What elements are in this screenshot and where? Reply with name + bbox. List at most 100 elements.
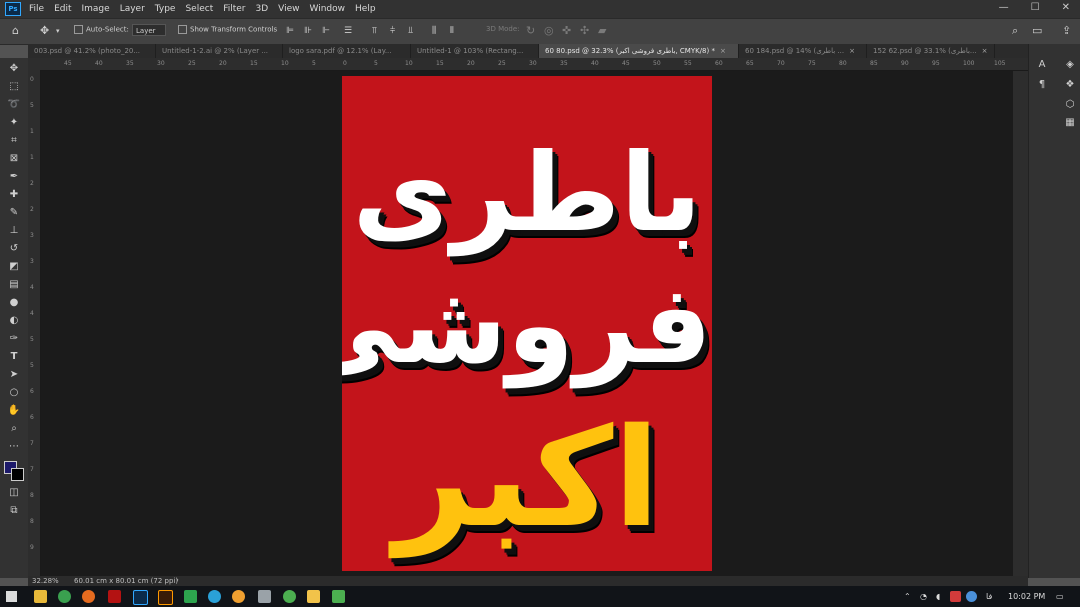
layer-select[interactable]: Layer [132,24,166,36]
app-green-icon[interactable] [184,590,197,603]
auto-select-checkbox[interactable]: Auto-Select: [74,25,129,34]
file-explorer-icon[interactable] [34,590,47,603]
eyedropper-tool-icon[interactable]: ✒ [7,170,21,184]
photoshop-taskbar-icon[interactable] [133,590,148,605]
tray-app-icon[interactable] [950,591,961,602]
menu-select[interactable]: Select [185,4,213,14]
app-yellow-icon[interactable] [307,590,320,603]
distribute-icon[interactable]: ☰ [344,25,352,37]
start-icon[interactable] [6,591,17,602]
menu-type[interactable]: Type [155,4,176,14]
crop-tool-icon[interactable]: ⌗ [7,134,21,148]
vertical-scrollbar[interactable] [1013,71,1028,576]
more-tools-icon[interactable]: ⋯ [7,440,21,454]
home-icon[interactable]: ⌂ [12,25,19,37]
menu-window[interactable]: Window [310,4,346,14]
tab-untitled-1-2[interactable]: Untitled-1-2.ai @ 2% (Layer ... [156,44,283,58]
align-left-icon[interactable]: ⊫ [286,25,294,37]
zoom-tool-icon[interactable]: ⌕ [7,422,21,436]
frame-tool-icon[interactable]: ⊠ [7,152,21,166]
layers-panel-icon[interactable]: ◈ [1063,58,1077,72]
magic-wand-tool-icon[interactable]: ✦ [7,116,21,130]
search-icon[interactable]: ⌕ [1012,25,1018,37]
menu-3d[interactable]: 3D [256,4,269,14]
telegram-icon[interactable] [208,590,221,603]
tab-60-80-active[interactable]: 60 80.psd @ 32.3% (باطری فروشی اکبر, CMY… [539,44,739,58]
tray-app-icon-2[interactable] [966,591,977,602]
document-canvas[interactable]: باطری فروشی اکبر [342,76,712,571]
align-top-icon[interactable]: ⫪ [372,25,377,37]
menu-file[interactable]: File [29,4,44,14]
quick-mask-icon[interactable]: ◫ [7,486,21,500]
blur-tool-icon[interactable]: ● [7,296,21,310]
app-active-icon[interactable] [332,590,345,603]
align-right-icon[interactable]: ⊩ [322,25,330,37]
tab-close-button[interactable]: × [720,47,726,55]
lasso-tool-icon[interactable]: ➰ [7,98,21,112]
status-menu-arrow[interactable]: › [176,576,179,584]
brush-tool-icon[interactable]: ✎ [7,206,21,220]
app-orange-icon[interactable] [232,590,245,603]
app-round-green-icon[interactable] [283,590,296,603]
workspace-icon[interactable]: ▭ [1032,25,1042,37]
3d-slide-icon[interactable]: ✣ [580,25,589,37]
distribute-horizontal-icon[interactable]: ⫴ [450,25,454,37]
menu-edit[interactable]: Edit [54,4,71,14]
maximize-button[interactable]: ☐ [1031,2,1040,13]
acrobat-icon[interactable] [108,590,121,603]
chevron-down-icon[interactable]: ▾ [56,25,60,37]
3d-roll-icon[interactable]: ◎ [544,25,554,37]
share-icon[interactable]: ⇪ [1062,25,1071,37]
shape-tool-icon[interactable]: ○ [7,386,21,400]
menu-help[interactable]: Help [355,4,376,14]
tab-close-button[interactable]: × [849,47,855,55]
marquee-tool-icon[interactable]: ⬚ [7,80,21,94]
language-indicator[interactable]: فا [986,592,992,601]
eraser-tool-icon[interactable]: ◩ [7,260,21,274]
type-tool-icon[interactable]: T [7,350,21,364]
move-tool-icon[interactable]: ✥ [7,62,21,76]
network-icon[interactable]: ⌃ [904,592,911,601]
background-color-swatch[interactable] [11,468,24,481]
zoom-level[interactable]: 32.28% [32,577,59,585]
stamp-tool-icon[interactable]: ⊥ [7,224,21,238]
menu-image[interactable]: Image [82,4,110,14]
adjustments-panel-icon[interactable]: ▦ [1063,116,1077,130]
distribute-vertical-icon[interactable]: ⫼ [432,25,436,37]
3d-orbit-icon[interactable]: ↻ [526,25,535,37]
screen-mode-icon[interactable]: ⧉ [7,504,21,518]
minimize-button[interactable]: — [999,2,1009,13]
paragraph-panel-icon[interactable]: ¶ [1035,78,1049,92]
clock[interactable]: 10:02 PM [1008,592,1045,601]
chrome-icon[interactable] [58,590,71,603]
tab-close-button[interactable]: × [982,47,988,55]
tab-152-62[interactable]: 152 62.psd @ 33.1% (باطری... × [867,44,995,58]
hand-tool-icon[interactable]: ✋ [7,404,21,418]
calculator-icon[interactable] [258,590,271,603]
3d-pan-icon[interactable]: ✜ [562,25,571,37]
volume-icon[interactable]: ◖ [936,592,940,601]
illustrator-taskbar-icon[interactable] [158,590,173,605]
menu-filter[interactable]: Filter [223,4,245,14]
path-selection-tool-icon[interactable]: ➤ [7,368,21,382]
tab-logo-sara[interactable]: logo sara.pdf @ 12.1% (Lay... [283,44,411,58]
paths-panel-icon[interactable]: ⬡ [1063,98,1077,112]
notifications-icon[interactable]: ▭ [1056,592,1064,601]
align-bottom-icon[interactable]: ⫫ [408,25,413,37]
character-panel-icon[interactable]: A [1035,58,1049,72]
tab-untitled-1[interactable]: Untitled-1 @ 103% (Rectang... [411,44,539,58]
align-center-icon[interactable]: ⊪ [304,25,312,37]
healing-brush-tool-icon[interactable]: ✚ [7,188,21,202]
3d-scale-icon[interactable]: ▰ [598,25,606,37]
history-brush-tool-icon[interactable]: ↺ [7,242,21,256]
align-middle-icon[interactable]: ⫩ [390,25,395,37]
channels-panel-icon[interactable]: ❖ [1063,78,1077,92]
tab-60-184[interactable]: 60 184.psd @ 14% (باطری ... × [739,44,867,58]
close-button[interactable]: ✕ [1062,2,1070,13]
show-transform-checkbox[interactable]: Show Transform Controls [178,25,277,34]
dodge-tool-icon[interactable]: ◐ [7,314,21,328]
pen-tool-icon[interactable]: ✑ [7,332,21,346]
menu-layer[interactable]: Layer [120,4,145,14]
move-tool-icon[interactable]: ✥ [40,25,49,37]
wifi-icon[interactable]: ◔ [920,592,927,601]
